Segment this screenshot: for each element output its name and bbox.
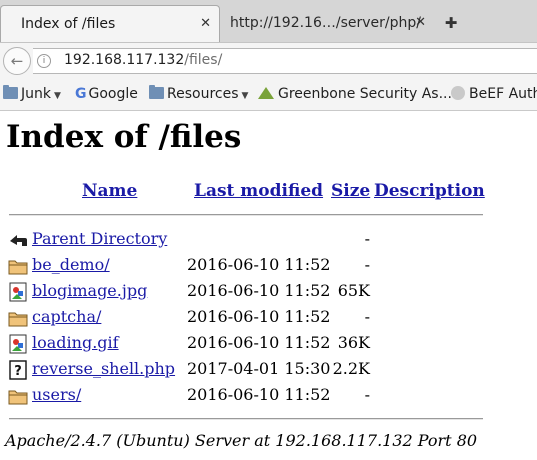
modified-date: 2016-06-10 11:52 bbox=[187, 307, 331, 326]
list-item: users/ 2016-06-10 11:52 - bbox=[0, 383, 537, 409]
bookmark-label: Google bbox=[88, 86, 138, 102]
url-host: 192.168.117.132 bbox=[64, 52, 185, 68]
modified-date: 2017-04-01 15:30 bbox=[187, 359, 331, 378]
file-size: 36K bbox=[337, 333, 370, 352]
folder-icon bbox=[8, 390, 28, 405]
file-size: - bbox=[364, 385, 370, 404]
folder-icon bbox=[8, 312, 28, 327]
greenbone-icon bbox=[258, 87, 274, 99]
column-header-last-modified[interactable]: Last modified bbox=[194, 181, 323, 201]
tab-server-php[interactable]: http://192.16…/server/php/ ✕ bbox=[221, 5, 434, 42]
column-header-name[interactable]: Name bbox=[82, 181, 137, 201]
bookmark-resources[interactable]: Resources ▼ bbox=[149, 85, 248, 105]
unknown-file-icon: ? bbox=[9, 360, 27, 380]
svg-text:?: ? bbox=[14, 364, 22, 379]
url-path: /files/ bbox=[184, 52, 223, 68]
list-item: captcha/ 2016-06-10 11:52 - bbox=[0, 305, 537, 331]
url-text: 192.168.117.132/files/ bbox=[64, 52, 222, 68]
bookmark-label: Junk bbox=[21, 86, 51, 102]
bookmark-label: Greenbone Security As... bbox=[278, 86, 452, 102]
file-link[interactable]: captcha/ bbox=[32, 307, 101, 326]
file-link[interactable]: loading.gif bbox=[32, 333, 119, 352]
tab-label: Index of /files bbox=[21, 16, 116, 32]
file-link[interactable]: be_demo/ bbox=[32, 255, 110, 274]
bookmark-beef[interactable]: BeEF Authe bbox=[451, 85, 537, 103]
modified-date: 2016-06-10 11:52 bbox=[187, 281, 331, 300]
file-size: - bbox=[364, 229, 370, 248]
tab-index-of-files[interactable]: Index of /files ✕ bbox=[0, 5, 220, 42]
page-content: Index of /files Name Last modified Size … bbox=[0, 111, 537, 460]
folder-icon bbox=[149, 85, 164, 99]
tab-label: http://192.16…/server/php/ bbox=[230, 15, 421, 31]
file-link[interactable]: reverse_shell.php bbox=[32, 359, 175, 378]
bookmark-google[interactable]: G Google bbox=[75, 85, 138, 103]
bookmark-greenbone[interactable]: Greenbone Security As... bbox=[258, 85, 452, 103]
column-header-description[interactable]: Description bbox=[374, 181, 485, 201]
file-size: 65K bbox=[337, 281, 370, 300]
back-arrow-icon: ← bbox=[10, 52, 24, 70]
navigation-bar: ← i 192.168.117.132/files/ bbox=[0, 42, 537, 80]
tab-strip: Index of /files ✕ http://192.16…/server/… bbox=[0, 0, 537, 42]
image-icon bbox=[9, 282, 27, 302]
file-link[interactable]: Parent Directory bbox=[32, 229, 167, 248]
file-size: - bbox=[364, 307, 370, 326]
back-folder-icon bbox=[10, 235, 27, 246]
bookmark-junk[interactable]: Junk ▼ bbox=[3, 85, 61, 105]
modified-date: 2016-06-10 11:52 bbox=[187, 255, 331, 274]
divider bbox=[9, 418, 483, 420]
bookmark-label: BeEF Authe bbox=[469, 86, 537, 102]
new-tab-icon[interactable]: ✚ bbox=[440, 9, 462, 37]
site-info-icon[interactable]: i bbox=[37, 54, 51, 68]
divider bbox=[9, 214, 483, 216]
list-item: Parent Directory - bbox=[0, 227, 537, 253]
folder-icon bbox=[8, 260, 28, 275]
page-title: Index of /files bbox=[6, 119, 242, 155]
modified-date: 2016-06-10 11:52 bbox=[187, 333, 331, 352]
beef-icon bbox=[451, 86, 465, 100]
list-item: loading.gif 2016-06-10 11:52 36K bbox=[0, 331, 537, 357]
image-icon bbox=[9, 334, 27, 354]
browser-chrome: Index of /files ✕ http://192.16…/server/… bbox=[0, 0, 537, 111]
bookmarks-toolbar: Junk ▼ G Google Resources ▼ Greenbone Secur… bbox=[0, 79, 537, 111]
close-tab-icon[interactable]: ✕ bbox=[415, 5, 426, 41]
close-tab-icon[interactable]: ✕ bbox=[200, 6, 211, 42]
list-item: ? reverse_shell.php 2017-04-01 15:30 2.2… bbox=[0, 357, 537, 383]
file-link[interactable]: users/ bbox=[32, 385, 81, 404]
url-bar[interactable]: i 192.168.117.132/files/ bbox=[33, 48, 537, 74]
dropdown-arrow-icon: ▼ bbox=[53, 91, 61, 101]
list-item: blogimage.jpg 2016-06-10 11:52 65K bbox=[0, 279, 537, 305]
file-size: 2.2K bbox=[332, 359, 370, 378]
google-icon: G bbox=[75, 86, 87, 102]
dropdown-arrow-icon: ▼ bbox=[241, 91, 249, 101]
list-item: be_demo/ 2016-06-10 11:52 - bbox=[0, 253, 537, 279]
file-link[interactable]: blogimage.jpg bbox=[32, 281, 147, 300]
bookmark-label: Resources bbox=[167, 86, 239, 102]
modified-date: 2016-06-10 11:52 bbox=[187, 385, 331, 404]
folder-icon bbox=[3, 85, 18, 99]
back-button[interactable]: ← bbox=[3, 47, 31, 75]
column-header-size[interactable]: Size bbox=[331, 181, 370, 201]
file-size: - bbox=[364, 255, 370, 274]
server-signature: Apache/2.4.7 (Ubuntu) Server at 192.168.… bbox=[5, 431, 478, 450]
